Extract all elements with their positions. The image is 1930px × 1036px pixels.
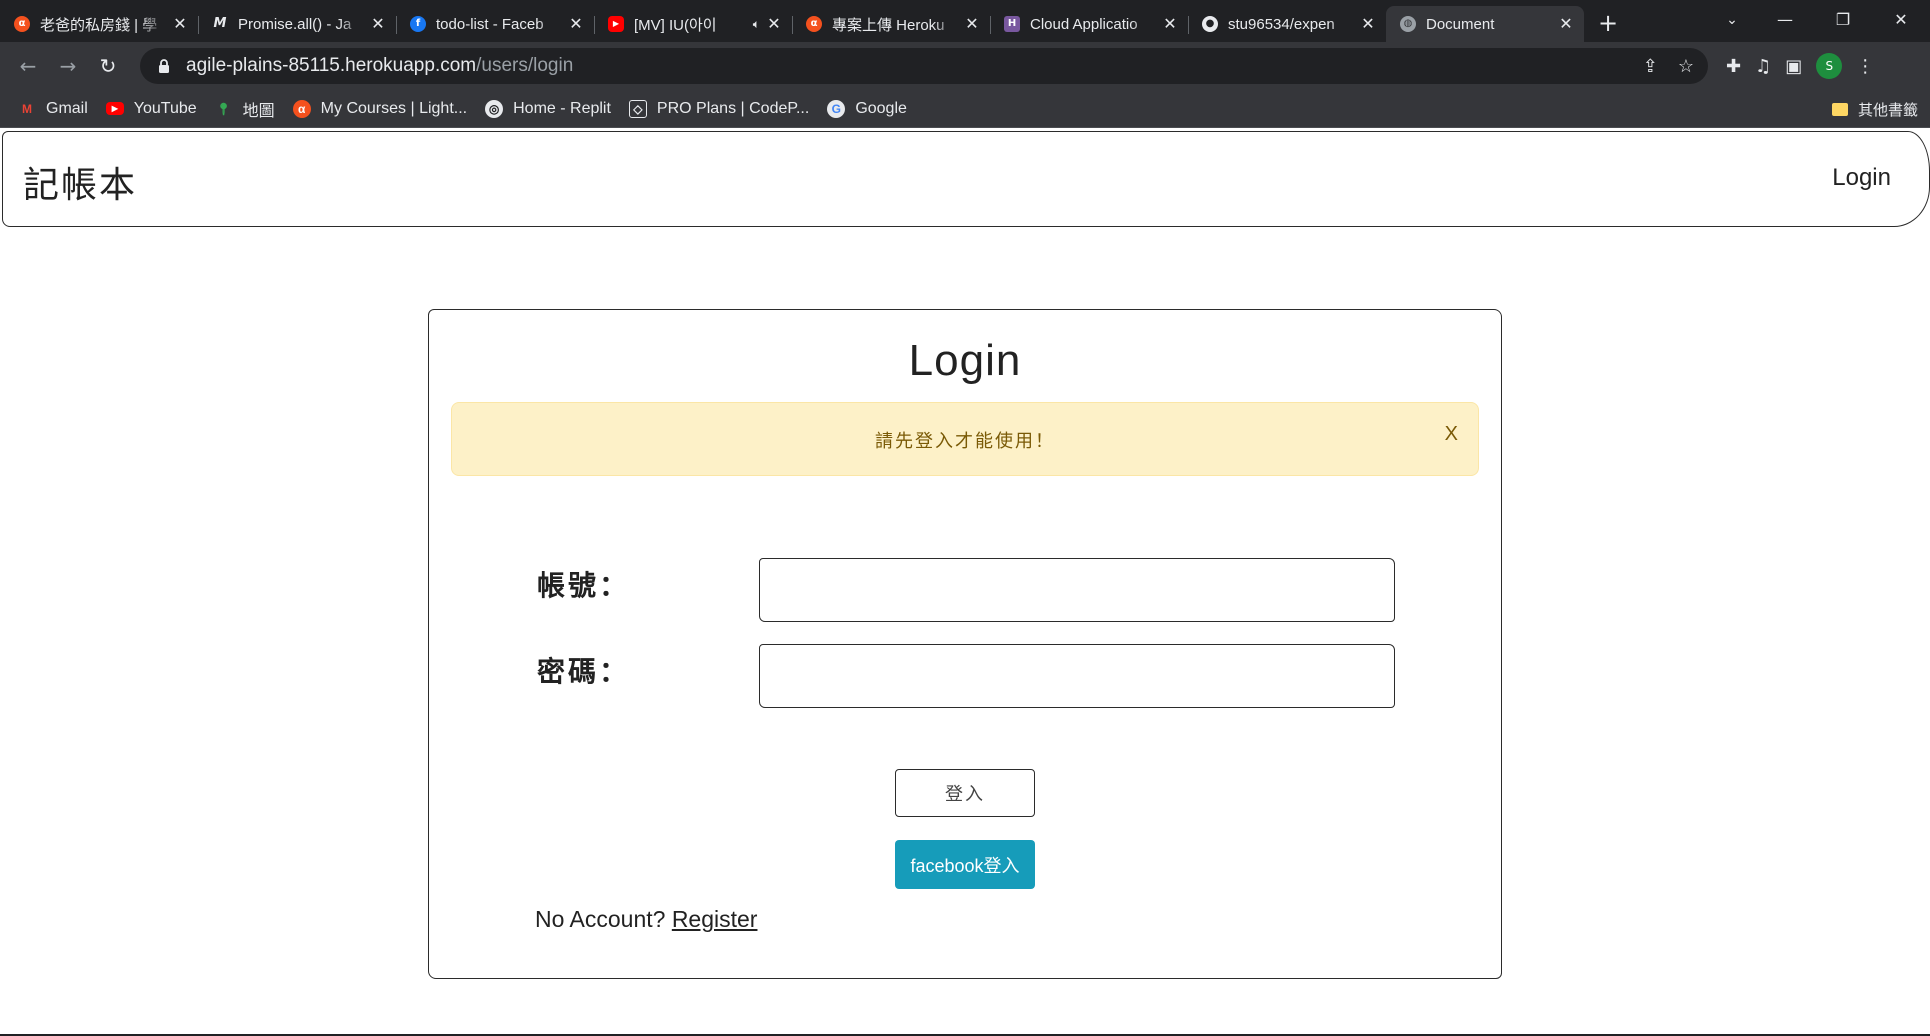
google-icon: G [827,99,846,118]
extensions-puzzle-icon[interactable]: ✚ [1726,56,1741,77]
bookmark-label: PRO Plans | CodeP... [656,99,810,117]
no-account-prompt: No Account? Register [535,906,757,933]
password-input[interactable] [759,644,1395,708]
github-icon: ● [1202,16,1218,32]
tab-title: todo-list - Faceb [436,15,544,33]
alpha-camp-icon: α [292,99,311,118]
browser-tab[interactable]: α 專案上傳 Heroku ✕ [792,6,990,42]
window-controls: — ❐ ✕ [1756,0,1930,42]
tab-title: 老爸的私房錢 | 學 [40,16,158,34]
bookmark-label: Home - Replit [513,99,611,117]
warning-alert: 請先登入才能使用！ X [451,402,1479,476]
gmail-icon: M [22,101,32,116]
close-icon[interactable]: ✕ [172,16,188,32]
bookmark-replit[interactable]: ◎ Home - Replit [485,99,611,118]
bookmark-maps[interactable]: 📍︎ 地圖 [215,97,275,121]
browser-tab[interactable]: ● stu96534/expen ✕ [1188,6,1386,42]
browser-tab[interactable]: α 老爸的私房錢 | 學 ✕ [0,6,198,42]
heroku-icon: H [1004,16,1020,32]
globe-icon: ◍ [1400,16,1416,32]
app-navbar: 記帳本 Login [2,131,1930,227]
bookmark-label: 地圖 [242,102,275,120]
bookmark-my-courses[interactable]: α My Courses | Light... [292,99,468,118]
login-submit-button[interactable]: 登入 [895,769,1035,817]
profile-avatar[interactable]: S [1816,53,1843,79]
address-bar[interactable]: agile-plains-85115.herokuapp.com/users/l… [140,48,1708,84]
bookmarks-bar: M Gmail ▶ YouTube 📍︎ 地圖 α My Courses | L… [0,90,1930,128]
more-menu-icon[interactable]: ⋮ [1856,56,1874,77]
toolbar-actions: ✚ ♫ ▣ S ⋮ [1726,53,1874,79]
restore-icon[interactable]: ❐ [1814,0,1872,38]
alpha-camp-icon: α [14,16,30,32]
side-panel-icon[interactable]: ▣ [1785,56,1802,77]
url-host: agile-plains-85115.herokuapp.com [186,55,477,76]
close-icon[interactable]: ✕ [964,16,980,32]
window-close-icon[interactable]: ✕ [1872,0,1930,38]
bookmark-label: Google [855,99,907,117]
tab-search-chevron-icon[interactable]: ⌄ [1712,4,1752,36]
browser-tab[interactable]: H Cloud Applicatio ✕ [990,6,1188,42]
bookmark-label: YouTube [133,99,197,117]
browser-tab[interactable]: M Promise.all() - Ja ✕ [198,6,396,42]
replit-icon: ◎ [485,99,504,118]
star-bookmark-icon[interactable]: ☆ [1678,56,1694,77]
close-icon[interactable]: ✕ [1558,16,1574,32]
login-card: Login 請先登入才能使用！ X 帳號： 密碼： 登入 facebook登入 … [428,309,1502,979]
bookmark-label: Gmail [46,99,88,117]
username-label: 帳號： [537,569,631,602]
page-title: Login [908,336,1022,385]
folder-icon [1831,102,1848,116]
close-icon[interactable]: ✕ [1360,16,1376,32]
password-label: 密碼： [537,655,631,688]
codepen-icon: ◇ [628,99,647,118]
other-bookmarks-label: 其他書籤 [1857,100,1918,119]
media-control-icon[interactable]: ♫ [1755,56,1771,77]
browser-tab-strip: α 老爸的私房錢 | 學 ✕ M Promise.all() - Ja ✕ f … [0,0,1930,42]
alert-message: 請先登入才能使用！ [875,431,1055,452]
share-icon[interactable]: ⇪ [1643,56,1658,77]
bookmark-codepen[interactable]: ◇ PRO Plans | CodeP... [628,99,810,118]
bookmark-youtube[interactable]: ▶ YouTube [105,99,197,118]
omnibox-actions: ⇪ ☆ [1643,48,1694,84]
bookmark-google[interactable]: G Google [827,99,907,118]
register-link[interactable]: Register [672,906,758,932]
no-account-text: No Account? [535,906,666,932]
facebook-login-button[interactable]: facebook登入 [895,840,1035,889]
browser-tab[interactable]: ▶ [MV] IU(아이 🔈︎ ✕ [594,6,792,42]
back-arrow-icon[interactable]: ← [8,46,48,86]
close-icon[interactable]: ✕ [1162,16,1178,32]
minimize-icon[interactable]: — [1756,0,1814,38]
tab-title: Cloud Applicatio [1030,15,1138,33]
close-icon[interactable]: ✕ [370,16,386,32]
speaker-icon[interactable]: 🔈︎ [753,17,760,32]
lock-icon [158,59,172,73]
tab-title: [MV] IU(아이 [634,16,717,34]
facebook-icon: f [410,16,426,32]
alert-close-button[interactable]: X [1445,423,1458,446]
forward-arrow-icon[interactable]: → [48,46,88,86]
app-brand[interactable]: 記帳本 [23,156,137,208]
bookmark-label: My Courses | Light... [320,99,468,117]
tab-title: Promise.all() - Ja [238,15,352,33]
browser-toolbar: ← → ↻ agile-plains-85115.herokuapp.com/u… [0,42,1930,90]
alpha-camp-icon: α [806,16,822,32]
youtube-icon: ▶ [105,102,124,115]
tab-title: 專案上傳 Heroku [832,16,945,34]
mdn-icon: M [213,16,227,31]
close-icon[interactable]: ✕ [568,16,584,32]
maps-pin-icon: 📍︎ [216,101,232,116]
nav-login-link[interactable]: Login [1832,164,1891,192]
url-path: /users/login [476,55,574,76]
bookmark-gmail[interactable]: M Gmail [18,100,88,118]
new-tab-button[interactable]: + [1590,6,1626,42]
other-bookmarks[interactable]: 其他書籤 [1831,90,1918,128]
browser-tab[interactable]: f todo-list - Faceb ✕ [396,6,594,42]
tab-title: Document [1426,15,1495,33]
youtube-icon: ▶ [608,16,624,32]
reload-icon[interactable]: ↻ [88,46,128,86]
close-icon[interactable]: ✕ [766,16,782,32]
tab-title: stu96534/expen [1228,15,1335,33]
username-input[interactable] [759,558,1395,622]
browser-tab-active[interactable]: ◍ Document ✕ [1386,6,1584,42]
